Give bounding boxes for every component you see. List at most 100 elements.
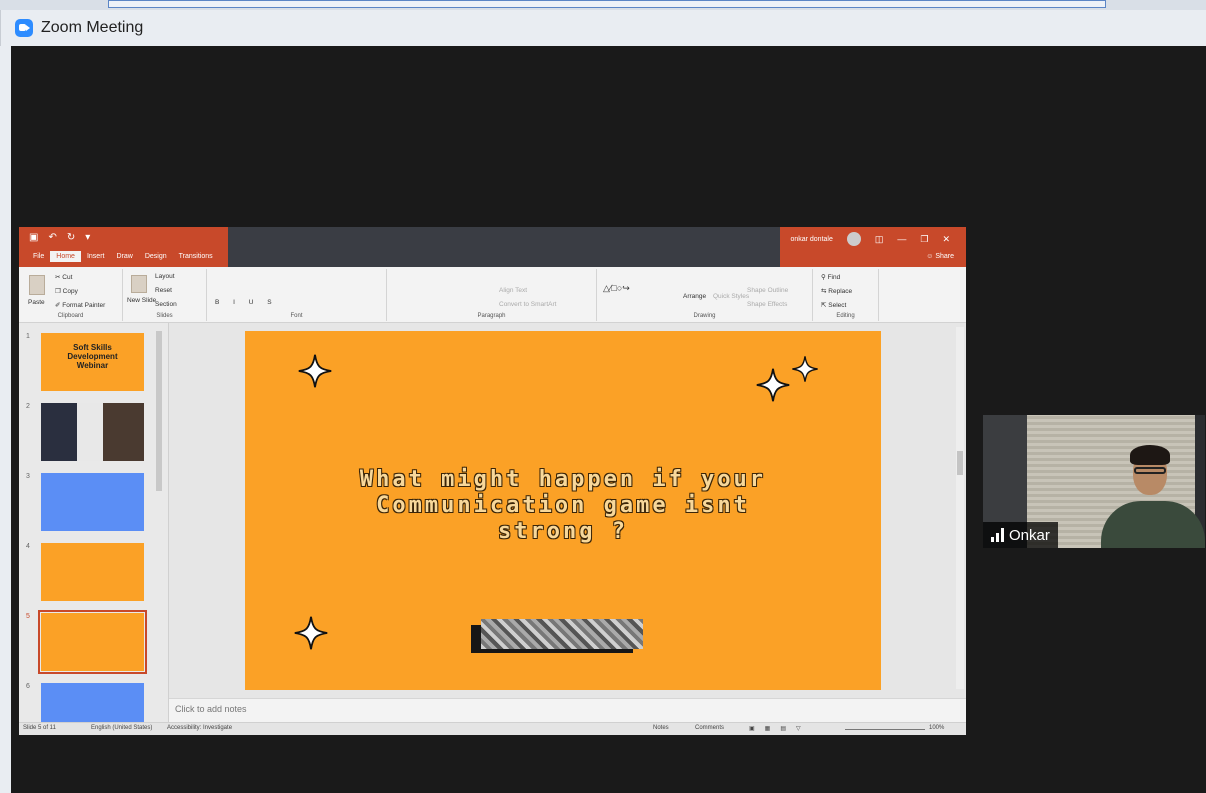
clipboard-label: Clipboard xyxy=(57,313,84,319)
window-left-edge xyxy=(0,46,11,793)
new-slide-button[interactable]: New Slide xyxy=(127,297,156,304)
thumb-number: 3 xyxy=(26,473,30,480)
layout-button[interactable]: Layout xyxy=(155,273,175,280)
slide-thumbnail-5[interactable] xyxy=(38,610,147,674)
view-buttons[interactable]: ▣▦▤▽ xyxy=(749,725,811,732)
drawing-label: Drawing xyxy=(693,313,716,319)
save-icon[interactable]: ▣ xyxy=(29,232,38,243)
tab-design[interactable]: Design xyxy=(139,251,173,262)
participant-video-tile[interactable]: Onkar xyxy=(983,415,1205,548)
slides-label: Slides xyxy=(156,313,173,319)
paste-button[interactable]: Paste xyxy=(28,299,45,306)
cut-label: Cut xyxy=(62,274,73,281)
slide-thumbnail-2[interactable] xyxy=(41,403,144,461)
avatar[interactable] xyxy=(846,232,861,246)
thumb-number: 5 xyxy=(26,613,30,620)
current-slide[interactable]: What might happen if your Communication … xyxy=(245,331,881,690)
background-window-strip xyxy=(0,0,1206,10)
paragraph-label: Paragraph xyxy=(477,313,506,319)
section-button[interactable]: Section xyxy=(155,301,177,308)
minimize-icon[interactable]: — xyxy=(897,234,906,244)
zoom-level[interactable]: 100% xyxy=(929,725,944,731)
arrange-button[interactable]: Arrange xyxy=(683,293,706,300)
comments-button[interactable]: Comments xyxy=(695,725,724,731)
tab-transitions[interactable]: Transitions xyxy=(173,251,219,262)
undo-icon[interactable]: ↶ xyxy=(48,232,56,243)
paste-icon[interactable] xyxy=(29,275,45,295)
slide-thumbnails-pane: 1 Soft Skills Development Webinar 2 3 4 … xyxy=(19,323,169,735)
quick-styles-button[interactable]: Quick Styles xyxy=(713,293,749,300)
slide-thumbnail-3[interactable] xyxy=(41,473,144,531)
signal-strength-icon xyxy=(991,528,1004,542)
slide-thumbnail-1[interactable]: Soft Skills Development Webinar xyxy=(41,333,144,391)
slide-scrollbar-thumb[interactable] xyxy=(957,451,963,475)
participant-hair xyxy=(1130,445,1170,465)
status-bar: Slide 5 of 11 English (United States) Ac… xyxy=(19,722,966,735)
notes-button[interactable]: Notes xyxy=(653,725,669,731)
thumb-number: 2 xyxy=(26,403,30,410)
shapes-gallery-icon[interactable]: △∕□○↪ xyxy=(603,283,630,294)
thumbnails-scrollbar[interactable] xyxy=(156,331,162,491)
user-area: onkar dontale ◫ — ❐ ✕ xyxy=(790,232,950,246)
find-button[interactable]: ⚲ Find xyxy=(821,273,840,281)
headline-line-3: strong ? xyxy=(498,519,628,544)
notes-pane[interactable]: Click to add notes xyxy=(169,698,966,722)
shape-effects-button[interactable]: Shape Effects xyxy=(747,301,787,308)
accessibility-indicator[interactable]: Accessibility: Investigate xyxy=(167,725,232,731)
share-button[interactable]: ☺ Share xyxy=(926,253,954,260)
thumb-number: 6 xyxy=(26,683,30,690)
align-text-button[interactable]: Align Text xyxy=(499,287,527,294)
person-icon: ☺ xyxy=(926,253,936,260)
drawing-group: △∕□○↪ Arrange Quick Styles Shape Outline… xyxy=(597,269,813,321)
convert-smartart-button[interactable]: Convert to SmartArt xyxy=(499,301,556,308)
find-label: Find xyxy=(827,274,841,281)
slide-thumbnail-4[interactable] xyxy=(41,543,144,601)
ribbon-tabs: File Home Insert Draw Design Transitions xyxy=(27,251,219,262)
tab-insert[interactable]: Insert xyxy=(81,251,111,262)
sparkle-icon xyxy=(756,368,790,402)
share-label: Share xyxy=(935,253,954,260)
slide-scrollbar[interactable] xyxy=(956,327,964,689)
replace-label: Replace xyxy=(828,288,853,295)
quick-access-toolbar: ▣ ↶ ↻ ▾ xyxy=(29,232,90,243)
close-icon[interactable]: ✕ xyxy=(942,234,950,245)
reset-button[interactable]: Reset xyxy=(155,287,172,294)
copy-label: Copy xyxy=(62,288,78,295)
editing-label: Editing xyxy=(836,313,855,319)
restore-icon[interactable]: ❐ xyxy=(920,234,928,245)
select-label: Select xyxy=(828,302,847,309)
participant-name-bar: Onkar xyxy=(983,522,1058,548)
font-group: B I U S Font xyxy=(207,269,387,321)
tab-draw[interactable]: Draw xyxy=(110,251,138,262)
tab-home[interactable]: Home xyxy=(50,251,81,262)
copy-button[interactable]: ❐ Copy xyxy=(55,287,78,295)
sparkle-icon xyxy=(792,356,818,382)
select-button[interactable]: ⇱ Select xyxy=(821,301,846,309)
sparkle-icon xyxy=(294,616,328,650)
thumb-title: Soft Skills Development Webinar xyxy=(67,343,118,370)
zoom-icon xyxy=(15,19,33,37)
tab-file[interactable]: File xyxy=(27,251,50,262)
participant-glasses xyxy=(1134,467,1166,474)
new-slide-icon[interactable] xyxy=(131,275,147,293)
font-format-buttons[interactable]: B I U S xyxy=(215,299,278,306)
replace-button[interactable]: ⇆ Replace xyxy=(821,287,852,295)
shared-screen-powerpoint[interactable]: ▣ ↶ ↻ ▾ File Home Insert Draw Design Tra… xyxy=(19,227,966,735)
cut-button[interactable]: ✂ Cut xyxy=(55,273,72,281)
zoom-slider[interactable] xyxy=(845,729,925,730)
background-window-frame xyxy=(108,0,1106,8)
clipboard-group: Paste ✂ Cut ❐ Copy ✐ Format Painter Clip… xyxy=(19,269,123,321)
language-indicator[interactable]: English (United States) xyxy=(91,725,152,731)
redo-icon[interactable]: ↻ xyxy=(67,232,75,243)
shape-outline-button[interactable]: Shape Outline xyxy=(747,287,788,294)
ribbon-display-icon[interactable]: ◫ xyxy=(875,234,884,245)
window-titlebar: Zoom Meeting xyxy=(0,10,1206,46)
customize-icon[interactable]: ▾ xyxy=(85,232,90,243)
font-label: Font xyxy=(290,313,303,319)
format-painter-button[interactable]: ✐ Format Painter xyxy=(55,301,105,309)
user-name[interactable]: onkar dontale xyxy=(790,236,832,243)
slide-headline: What might happen if your Communication … xyxy=(305,467,821,545)
paragraph-group: Align Text Convert to SmartArt Paragraph xyxy=(387,269,597,321)
thumb-number: 4 xyxy=(26,543,30,550)
headline-line-2: Communication game isnt xyxy=(376,493,750,518)
